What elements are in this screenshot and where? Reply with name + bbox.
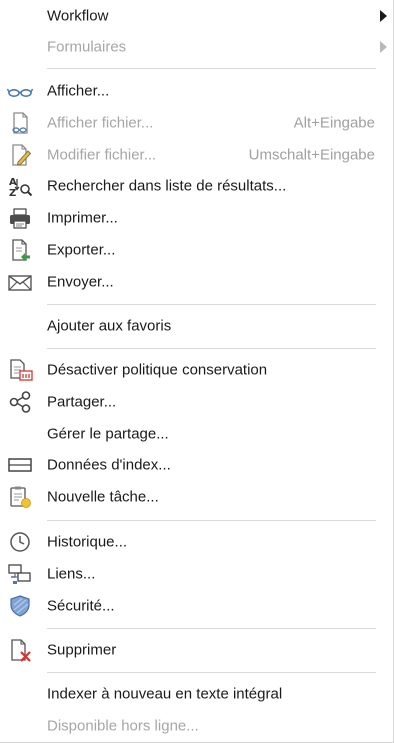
menu-item-modifier-fichier[interactable]: Modifier fichier... Umschalt+Eingabe xyxy=(0,139,393,171)
menu-item-afficher[interactable]: Afficher... xyxy=(0,75,393,107)
menu-item-partager[interactable]: Partager... xyxy=(0,386,393,418)
menu-item-label: Nouvelle tâche... xyxy=(47,488,159,506)
menu-item-afficher-fichier[interactable]: Afficher fichier... Alt+Eingabe xyxy=(0,107,393,139)
links-icon xyxy=(8,564,31,584)
menu-item-formulaires[interactable]: Formulaires xyxy=(0,31,393,63)
menu-item-label: Historique... xyxy=(47,533,128,551)
separator xyxy=(47,628,376,629)
az-search-icon: A Z xyxy=(9,177,33,198)
menu-item-label: Données d'index... xyxy=(47,456,171,474)
menu-item-historique[interactable]: Historique... xyxy=(0,526,393,558)
menu-item-label: Supprimer xyxy=(47,641,117,659)
svg-text:Z: Z xyxy=(9,188,16,198)
menu-item-label: Liens... xyxy=(47,565,96,583)
envelope-icon xyxy=(8,275,32,291)
menu-item-nouvelle-tache[interactable]: Nouvelle tâche... xyxy=(0,481,393,513)
menu-item-liens[interactable]: Liens... xyxy=(0,558,393,590)
menu-item-exporter[interactable]: Exporter... xyxy=(0,234,393,266)
menu-item-indexer[interactable]: Indexer à nouveau en texte intégral xyxy=(0,678,393,710)
submenu-arrow-icon xyxy=(380,10,387,22)
menu-item-label: Envoyer... xyxy=(47,273,114,291)
menu-item-disponible-hors-ligne[interactable]: Disponible hors ligne... xyxy=(0,710,393,742)
menu-item-envoyer[interactable]: Envoyer... xyxy=(0,266,393,298)
menu-item-label: Gérer le partage... xyxy=(47,425,169,443)
separator xyxy=(47,672,376,673)
printer-icon xyxy=(10,208,30,229)
separator xyxy=(47,304,376,305)
menu-item-label: Rechercher dans liste de résultats... xyxy=(47,177,287,195)
menu-item-rechercher[interactable]: A Z Rechercher dans liste de résultats..… xyxy=(0,170,393,202)
shield-icon xyxy=(10,595,30,617)
menu-item-donnees-index[interactable]: Données d'index... xyxy=(0,449,393,481)
separator xyxy=(47,68,376,69)
svg-text:A: A xyxy=(9,177,17,188)
menu-item-label: Exporter... xyxy=(47,241,116,259)
submenu-arrow-icon xyxy=(380,41,387,53)
menu-item-label: Disponible hors ligne... xyxy=(47,717,199,735)
menu-item-label: Désactiver politique conservation xyxy=(47,361,268,379)
menu-item-desactiver[interactable]: Désactiver politique conservation xyxy=(0,354,393,386)
document-delete-icon xyxy=(11,639,31,662)
menu-item-favoris[interactable]: Ajouter aux favoris xyxy=(0,310,393,342)
menu-item-gerer-partage[interactable]: Gérer le partage... xyxy=(0,418,393,450)
shortcut-label: Alt+Eingabe xyxy=(293,114,375,132)
menu-item-imprimer[interactable]: Imprimer... xyxy=(0,202,393,234)
document-edit-icon xyxy=(12,144,32,166)
menu-item-label: Modifier fichier... xyxy=(47,146,157,164)
menu-item-label: Sécurité... xyxy=(47,597,115,615)
index-data-icon xyxy=(8,458,32,472)
menu-item-securite[interactable]: Sécurité... xyxy=(0,590,393,622)
menu-item-label: Ajouter aux favoris xyxy=(47,317,172,335)
menu-item-label: Afficher fichier... xyxy=(47,114,154,132)
clock-icon xyxy=(10,532,30,552)
menu-item-label: Indexer à nouveau en texte intégral xyxy=(47,685,283,703)
menu-item-label: Formulaires xyxy=(47,38,127,56)
menu-item-label: Afficher... xyxy=(47,82,110,100)
menu-item-label: Partager... xyxy=(47,393,117,411)
task-icon xyxy=(10,486,31,508)
menu-item-label: Workflow xyxy=(47,7,109,25)
glasses-icon xyxy=(6,88,34,98)
document-export-icon xyxy=(12,239,30,261)
separator xyxy=(47,348,376,349)
menu-item-label: Imprimer... xyxy=(47,209,118,227)
document-view-icon xyxy=(12,112,28,134)
share-icon xyxy=(9,391,31,413)
context-menu: Workflow Formulaires Afficher... Affiche… xyxy=(0,0,394,743)
retention-policy-icon xyxy=(10,359,33,381)
menu-item-workflow[interactable]: Workflow xyxy=(0,0,393,32)
shortcut-label: Umschalt+Eingabe xyxy=(248,146,375,164)
menu-item-supprimer[interactable]: Supprimer xyxy=(0,634,393,666)
separator xyxy=(47,520,376,521)
